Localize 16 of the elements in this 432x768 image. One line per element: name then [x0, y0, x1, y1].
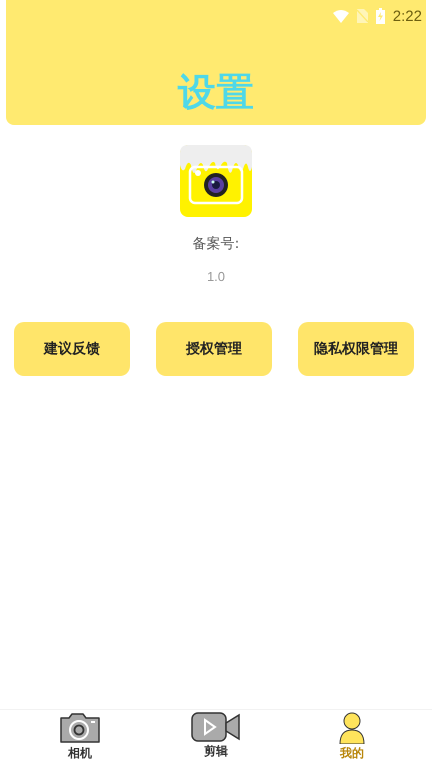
nav-tab[interactable]: 剪辑	[186, 710, 246, 760]
camera-icon	[59, 712, 101, 744]
settings-button[interactable]: 建议反馈	[14, 322, 130, 376]
person-icon	[337, 712, 367, 744]
settings-button[interactable]: 隐私权限管理	[298, 322, 414, 376]
nav-tab[interactable]: 相机	[50, 710, 110, 762]
battery-charging-icon	[376, 8, 385, 24]
wifi-icon	[332, 10, 349, 22]
no-sim-icon	[356, 9, 368, 23]
settings-button[interactable]: 授权管理	[156, 322, 272, 376]
record-number-label: 备案号:	[192, 235, 240, 253]
app-logo-icon	[180, 145, 252, 217]
status-time: 2:22	[392, 8, 422, 24]
video-camera-icon	[191, 712, 241, 742]
page-title: 设置	[176, 70, 255, 114]
version-text: 1.0	[206, 269, 226, 284]
